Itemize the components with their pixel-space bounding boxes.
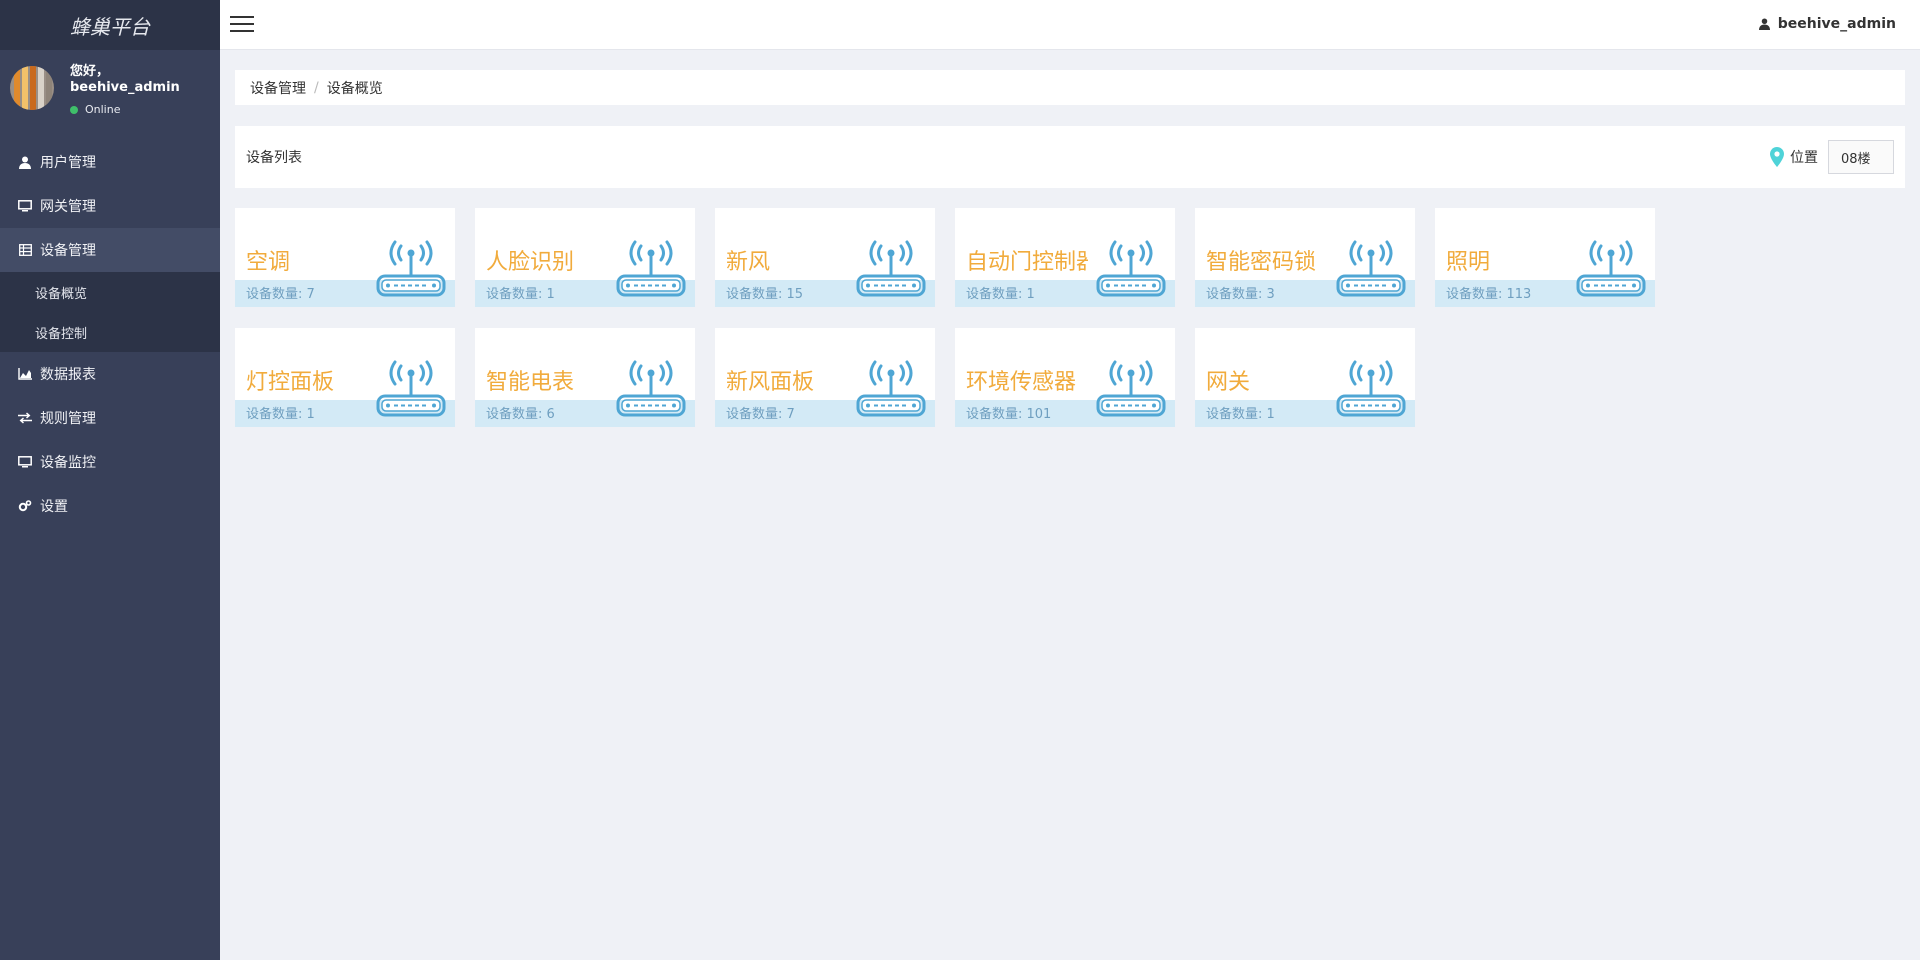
- sidebar-menu: 用户管理 网关管理 设备管理 设备概览 设备控制 数据报表 规则管理 设备监控 …: [0, 140, 220, 528]
- location-filter: 位置 08楼: [1770, 140, 1894, 174]
- online-status-dot: [70, 105, 78, 114]
- device-count: 设备数量: 1: [1206, 407, 1275, 422]
- monitor-icon: [18, 199, 32, 213]
- area-chart-icon: [18, 367, 32, 381]
- device-card[interactable]: 空调设备数量: 7: [235, 208, 455, 307]
- user-icon: [18, 155, 32, 169]
- device-count: 设备数量: 7: [726, 407, 795, 422]
- router-icon: [375, 360, 447, 418]
- sidebar-item-gateway-management[interactable]: 网关管理: [0, 184, 220, 228]
- sidebar-item-device-monitoring[interactable]: 设备监控: [0, 440, 220, 484]
- router-icon: [855, 240, 927, 298]
- device-name: 空调: [246, 250, 291, 275]
- table-icon: [18, 243, 32, 257]
- device-count: 设备数量: 113: [1446, 287, 1532, 302]
- sidebar-item-label: 设备监控: [40, 455, 96, 471]
- sidebar-item-data-reports[interactable]: 数据报表: [0, 352, 220, 396]
- breadcrumb-current: 设备概览: [326, 80, 383, 97]
- router-icon: [615, 240, 687, 298]
- device-name: 网关: [1206, 370, 1251, 395]
- device-name: 人脸识别: [486, 250, 575, 275]
- device-name: 自动门控制器: [966, 250, 1088, 275]
- map-marker-icon: [1770, 147, 1784, 167]
- device-count: 设备数量: 7: [246, 287, 315, 302]
- device-name: 智能密码锁: [1206, 250, 1317, 275]
- sidebar-item-device-management[interactable]: 设备管理: [0, 228, 220, 272]
- breadcrumb-item[interactable]: 设备管理: [250, 78, 306, 98]
- device-list-header: 设备列表 位置 08楼: [235, 126, 1905, 188]
- gears-icon: [18, 499, 32, 513]
- exchange-icon: [18, 411, 32, 425]
- brand-logo[interactable]: 蜂巢平台: [0, 0, 220, 50]
- location-select[interactable]: 08楼: [1828, 140, 1894, 174]
- breadcrumb-separator: /: [314, 79, 319, 96]
- device-name: 新风: [726, 250, 771, 275]
- user-status: Online: [70, 103, 180, 116]
- device-count: 设备数量: 15: [726, 287, 804, 302]
- sidebar-item-rule-management[interactable]: 规则管理: [0, 396, 220, 440]
- sidebar-item-label: 设备管理: [40, 243, 96, 259]
- device-list-title: 设备列表: [246, 150, 302, 166]
- user-info: 您好， beehive_admin Online: [70, 64, 180, 116]
- device-card[interactable]: 智能电表设备数量: 6: [475, 328, 695, 427]
- device-card[interactable]: 人脸识别设备数量: 1: [475, 208, 695, 307]
- router-icon: [1095, 360, 1167, 418]
- device-card[interactable]: 自动门控制器设备数量: 1: [955, 208, 1175, 307]
- device-card[interactable]: 网关设备数量: 1: [1195, 328, 1415, 427]
- device-card[interactable]: 智能密码锁设备数量: 3: [1195, 208, 1415, 307]
- user-icon: [1758, 18, 1770, 30]
- device-count: 设备数量: 1: [966, 287, 1035, 302]
- router-icon: [1335, 360, 1407, 418]
- router-icon: [855, 360, 927, 418]
- sidebar-item-label: 设置: [40, 499, 68, 515]
- sidebar-item-label: 数据报表: [40, 367, 96, 383]
- top-navbar: beehive_admin: [220, 0, 1920, 50]
- device-card[interactable]: 灯控面板设备数量: 1: [235, 328, 455, 427]
- sidebar-subitem-device-control[interactable]: 设备控制: [0, 312, 220, 352]
- sidebar-subitem-device-overview[interactable]: 设备概览: [0, 272, 220, 312]
- sidebar-item-label: 用户管理: [40, 155, 96, 171]
- user-name: beehive_admin: [70, 79, 180, 95]
- avatar: [10, 66, 54, 110]
- device-card[interactable]: 新风面板设备数量: 7: [715, 328, 935, 427]
- router-icon: [615, 360, 687, 418]
- sidebar-item-label: 网关管理: [40, 199, 96, 215]
- router-icon: [1095, 240, 1167, 298]
- router-icon: [1335, 240, 1407, 298]
- user-greeting: 您好，: [70, 64, 110, 79]
- device-card[interactable]: 照明设备数量: 113: [1435, 208, 1655, 307]
- menu-toggle-icon[interactable]: [230, 16, 254, 34]
- router-icon: [1575, 240, 1647, 298]
- router-icon: [375, 240, 447, 298]
- device-name: 新风面板: [726, 370, 815, 395]
- device-name: 智能电表: [486, 370, 575, 395]
- device-count: 设备数量: 3: [1206, 287, 1275, 302]
- device-name: 灯控面板: [246, 370, 335, 395]
- device-card[interactable]: 环境传感器设备数量: 101: [955, 328, 1175, 427]
- sidebar-item-user-management[interactable]: 用户管理: [0, 140, 220, 184]
- top-username: beehive_admin: [1777, 16, 1896, 32]
- sidebar: 蜂巢平台 您好， beehive_admin Online 用户管理 网关管理 …: [0, 0, 220, 960]
- desktop-icon: [18, 455, 32, 469]
- location-label: 位置: [1790, 150, 1818, 166]
- device-count: 设备数量: 1: [486, 287, 555, 302]
- device-name: 环境传感器: [966, 370, 1077, 395]
- sidebar-submenu: 设备概览 设备控制: [0, 272, 220, 352]
- device-count: 设备数量: 6: [486, 407, 555, 422]
- user-panel: 您好， beehive_admin Online: [0, 50, 220, 140]
- top-user-menu[interactable]: beehive_admin: [1758, 16, 1896, 32]
- user-status-text: Online: [85, 103, 121, 117]
- device-card[interactable]: 新风设备数量: 15: [715, 208, 935, 307]
- device-count: 设备数量: 1: [246, 407, 315, 422]
- sidebar-item-settings[interactable]: 设置: [0, 484, 220, 528]
- device-name: 照明: [1446, 250, 1491, 275]
- device-count: 设备数量: 101: [966, 407, 1052, 422]
- sidebar-item-label: 规则管理: [40, 411, 96, 427]
- breadcrumb: 设备管理 / 设备概览: [235, 70, 1905, 105]
